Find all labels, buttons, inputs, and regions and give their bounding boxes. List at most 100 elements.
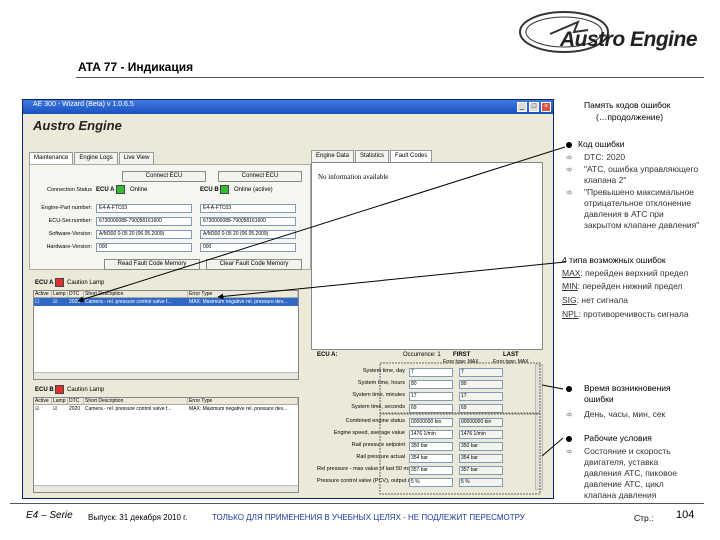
tab-engine-data[interactable]: Engine Data: [311, 150, 355, 162]
close-icon[interactable]: ×: [541, 102, 551, 112]
arrow-bullet-icon: ➾: [566, 188, 573, 197]
code-line: давления в ATC при: [584, 209, 664, 219]
col-short-description[interactable]: Short Description: [84, 291, 188, 297]
grid-a-caution-label: Caution Lamp: [67, 280, 105, 286]
time-heading: Время возникновения: [584, 383, 671, 393]
read-fault-code-memory-button[interactable]: Read Fault Code Memory: [104, 259, 200, 270]
condition-label: Rail pressure setpoint: [351, 442, 405, 448]
grid-b-caution-label: Caution Lamp: [67, 387, 105, 393]
ecu-b-serial-number: 6730000088-790058161600: [200, 217, 296, 226]
left-tab-bar: Maintenance Engine Logs Live View: [29, 152, 155, 164]
conditions-line: клапана давления: [584, 490, 657, 500]
error-type-cell: MAX: Maximum negative rel. pressure dev.…: [189, 406, 287, 412]
ecu-a-status-lamp: [116, 185, 125, 194]
connect-ecu-b-button[interactable]: Connect ECU: [218, 171, 302, 182]
first-value: 00000000 bin: [409, 418, 453, 427]
header-divider: [76, 77, 704, 78]
ecu-b-hardware-version: 000: [200, 243, 296, 252]
code-line: "Превышено максимальное: [584, 187, 695, 197]
lamp-checkbox[interactable]: ☑: [52, 298, 68, 306]
vertical-scrollbar[interactable]: [535, 364, 543, 490]
table-row[interactable]: ☐ ☑ 2020 Camera - rel. pressure control …: [34, 298, 298, 306]
ecu-a-part-number: E4-A-FTC03: [96, 204, 192, 213]
ecu-a-serial-number: 6730000088-790058161600: [96, 217, 192, 226]
brand-name: Austro Engine: [560, 28, 698, 51]
ecu-b-part-number: E4-A-FTC03: [200, 204, 296, 213]
window-title: AE 300 - Wizard (Beta) v 1.0.6.5: [33, 101, 134, 108]
last-value: 80: [459, 380, 503, 389]
last-value: 354 bar: [459, 454, 503, 463]
first-value: 69: [409, 404, 453, 413]
active-checkbox[interactable]: ☐: [34, 298, 52, 306]
time-line: День, часы, мин, сек: [584, 409, 666, 419]
tab-statistics[interactable]: Statistics: [355, 150, 390, 162]
col-dtc[interactable]: DTC: [68, 398, 84, 404]
col-dtc[interactable]: DTC: [68, 291, 84, 297]
type-key: MIN: [562, 281, 578, 291]
type-text: : перейден нижний предел: [577, 281, 683, 291]
footer-page-label: Стр.:: [634, 513, 654, 523]
lamp-checkbox[interactable]: ☑: [52, 405, 68, 413]
time-heading-2: ошибки: [584, 394, 614, 404]
code-line: "ATC, ошибка управляющего: [584, 164, 699, 174]
last-value: 1476 1/min: [459, 430, 503, 439]
type-item: SIG: нет сигнала: [562, 295, 628, 306]
first-value: 350 bar: [409, 442, 453, 451]
minimize-icon[interactable]: _: [517, 102, 527, 112]
first-value: 1476 1/min: [409, 430, 453, 439]
connect-ecu-a-button[interactable]: Connect ECU: [122, 171, 206, 182]
tab-live-view[interactable]: Live View: [118, 152, 155, 164]
right-tab-bar: Engine Data Statistics Fault Codes: [311, 150, 433, 162]
last-value: 7: [459, 368, 503, 377]
condition-label: Pressure control valve (PCV), output dut…: [317, 478, 433, 484]
first-value: 80: [409, 380, 453, 389]
part-number-label: Engine-Part number:: [41, 205, 92, 211]
connection-status-label: Connection Status: [47, 187, 92, 193]
maximize-icon[interactable]: □: [529, 102, 539, 112]
tab-maintenance[interactable]: Maintenance: [29, 152, 74, 164]
condition-label: System time, hours: [357, 380, 405, 386]
col-lamp[interactable]: Lamp: [52, 398, 68, 404]
memory-title: Память кодов ошибок: [584, 100, 671, 110]
page-number: 104: [676, 509, 695, 521]
col-lamp[interactable]: Lamp: [52, 291, 68, 297]
last-value: 357 bar: [459, 466, 503, 475]
first-column-title: FIRST: [453, 352, 471, 358]
last-error-type: Error type: MAX: [493, 359, 529, 365]
ecu-b-label: ECU B: [200, 187, 219, 193]
horizontal-scrollbar[interactable]: [34, 485, 298, 492]
table-row[interactable]: ☑ ☑ 2020 Camera - rel. pressure control …: [34, 405, 298, 413]
grid-a-ecu-label: ECU A: [35, 280, 54, 286]
footer-series: E4 – Serie: [26, 510, 73, 521]
conditions-line: двигателя, уставка: [584, 457, 659, 467]
last-value: 00000000 bin: [459, 418, 503, 427]
arrow-bullet-icon: ➾: [566, 153, 573, 162]
horizontal-scrollbar[interactable]: [34, 372, 298, 379]
serial-number-label: ECU-Ser.number:: [48, 218, 92, 224]
col-active[interactable]: Active: [34, 291, 52, 297]
col-short-description[interactable]: Short Description: [84, 398, 188, 404]
type-text: : перейден верхний предел: [580, 268, 689, 278]
footer-divider: [10, 503, 704, 504]
active-checkbox[interactable]: ☑: [34, 405, 52, 413]
condition-label: System time, seconds: [351, 404, 405, 410]
ecu-a-caution-lamp: [55, 278, 64, 287]
fault-info-area: No information available: [311, 162, 543, 350]
ecu-b-status-lamp: [220, 185, 229, 194]
col-error-type[interactable]: Error Type: [188, 291, 298, 297]
col-error-type[interactable]: Error Type: [188, 398, 298, 404]
error-type-cell: MAX: Maximum negative rel. pressure dev.…: [189, 299, 287, 305]
tab-engine-logs[interactable]: Engine Logs: [74, 152, 118, 164]
type-text: : противоречивость сигнала: [578, 309, 689, 319]
conditions-heading: Рабочие условия: [584, 433, 652, 443]
footer-issue-date: Выпуск: 31 декабря 2010 г.: [88, 513, 188, 522]
fault-grid-ecu-b: Active Lamp DTC Short Description Error …: [33, 397, 299, 493]
grid-header: Active Lamp DTC Short Description Error …: [34, 291, 298, 298]
tab-fault-codes[interactable]: Fault Codes: [390, 150, 433, 162]
dtc-cell: 2020: [69, 299, 81, 305]
clear-fault-code-memory-button[interactable]: Clear Fault Code Memory: [206, 259, 302, 270]
memory-subtitle: (…продолжение): [596, 112, 664, 122]
code-heading: Код ошибки: [578, 139, 625, 149]
type-key: SIG: [562, 295, 577, 305]
col-active[interactable]: Active: [34, 398, 52, 404]
